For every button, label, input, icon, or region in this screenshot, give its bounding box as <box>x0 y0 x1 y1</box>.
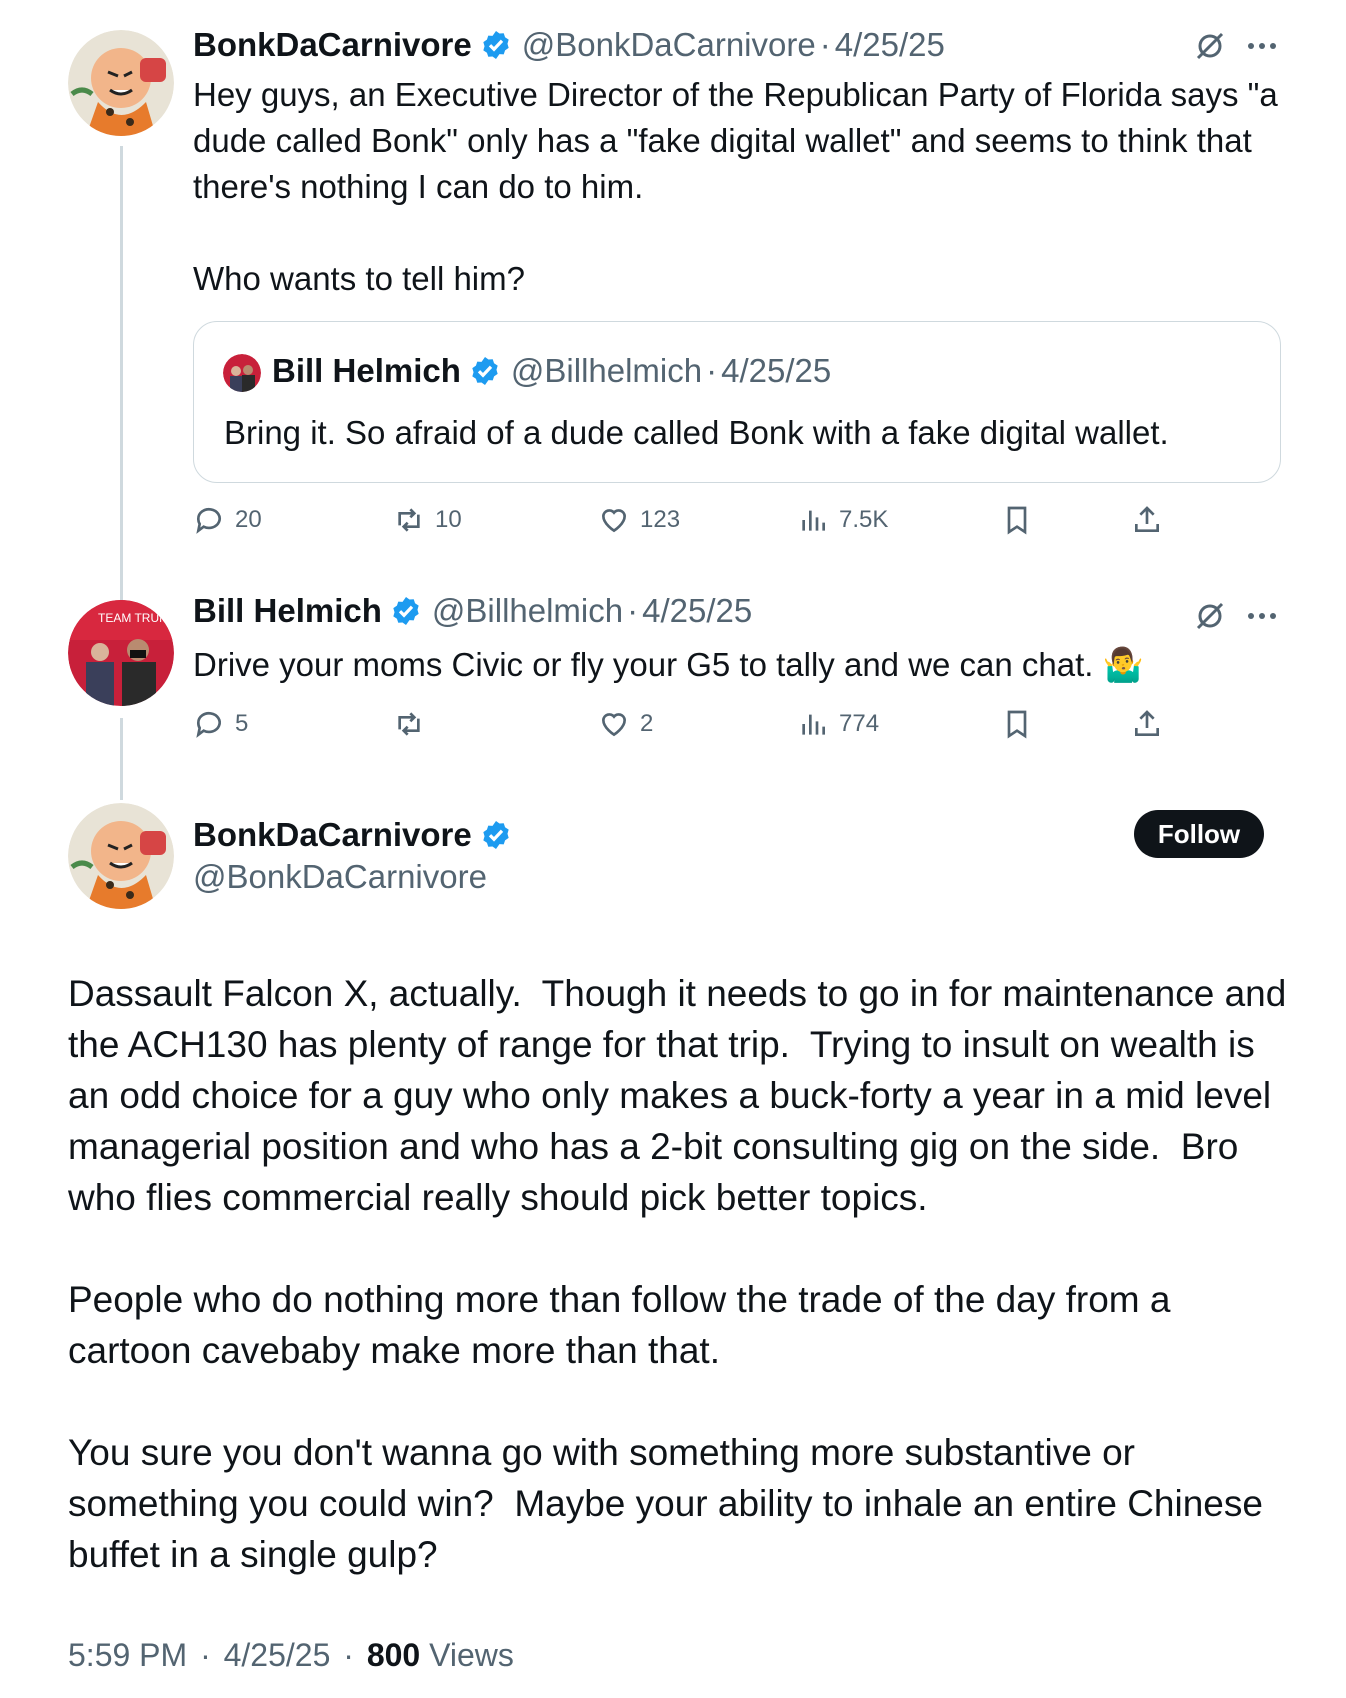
verified-badge-icon <box>472 357 498 385</box>
separator: · <box>343 1637 354 1673</box>
main-handle-row: @BonkDaCarnivore <box>193 858 487 896</box>
follow-button[interactable]: Follow <box>1134 810 1264 858</box>
quote-author-name[interactable]: Bill Helmich <box>272 352 461 390</box>
reply-icon <box>196 711 221 738</box>
repost-button[interactable]: 10 <box>393 504 462 536</box>
separator: · <box>627 592 639 629</box>
quote-author-handle[interactable]: @Billhelmich <box>511 352 702 390</box>
avatar-text: TEAM TRUMP <box>98 611 174 625</box>
views-count: 7.5K <box>839 506 889 533</box>
grok-icon[interactable] <box>1194 600 1226 632</box>
quote-date: 4/25/25 <box>721 352 832 389</box>
quoted-tweet[interactable]: Bill Helmich @Billhelmich · 4/25/25 Brin… <box>193 321 1281 483</box>
author-handle[interactable]: @Billhelmich <box>432 592 623 630</box>
grok-icon[interactable] <box>1194 30 1226 62</box>
tweet1-header: BonkDaCarnivore @BonkDaCarnivore · 4/25/… <box>193 26 945 64</box>
author-name[interactable]: BonkDaCarnivore <box>193 26 472 64</box>
views-icon <box>802 510 825 531</box>
quote-header: Bill Helmich @Billhelmich · 4/25/25 <box>272 352 831 390</box>
reply-count: 20 <box>235 506 262 533</box>
tweet1-actions: 20 10 123 7.5K <box>193 504 1193 544</box>
tweet-text: Hey guys, an Executive Director of the R… <box>193 76 1278 297</box>
like-icon <box>601 509 627 533</box>
tweet-text: Drive your moms Civic or fly your G5 to … <box>193 646 1144 683</box>
views-label: Views <box>429 1637 514 1673</box>
share-button[interactable] <box>1131 504 1173 536</box>
verified-badge-icon <box>483 821 509 849</box>
tweet-time[interactable]: 5:59 PM <box>68 1637 187 1673</box>
bookmark-button[interactable] <box>1001 504 1043 536</box>
bookmark-button[interactable] <box>1001 708 1043 740</box>
more-icon[interactable] <box>1246 610 1278 622</box>
tweet-meta: 5:59 PM · 4/25/25 · 800 Views <box>68 1637 514 1674</box>
share-icon <box>1135 506 1159 532</box>
share-icon <box>1135 710 1159 736</box>
author-name[interactable]: BonkDaCarnivore <box>193 816 472 854</box>
views-count: 800 <box>366 1637 421 1673</box>
avatar-bill[interactable]: TEAM TRUMP <box>68 600 174 706</box>
avatar-bill-small <box>223 354 261 392</box>
repost-icon <box>398 508 420 532</box>
views-icon <box>802 714 825 735</box>
thread-connector <box>120 718 123 800</box>
repost-count: 10 <box>435 506 462 533</box>
author-name[interactable]: Bill Helmich <box>193 592 382 630</box>
main-tweet-text: Dassault Falcon X, actually. Though it n… <box>68 973 1287 1575</box>
more-icon[interactable] <box>1246 40 1278 52</box>
quote-text: Bring it. So afraid of a dude called Bon… <box>224 414 1169 451</box>
separator: · <box>819 26 831 63</box>
avatar-bonk[interactable] <box>68 803 174 909</box>
thread-connector <box>120 146 123 600</box>
like-button[interactable]: 123 <box>598 504 680 536</box>
tweet-date[interactable]: 4/25/25 <box>224 1637 331 1673</box>
tweet-date[interactable]: 4/25/25 <box>835 26 945 64</box>
reply-icon <box>196 507 221 534</box>
views-button[interactable]: 774 <box>797 708 879 740</box>
main-author-row: BonkDaCarnivore <box>193 816 512 854</box>
author-handle[interactable]: @BonkDaCarnivore <box>193 858 487 896</box>
tweet-date[interactable]: 4/25/25 <box>642 592 752 630</box>
repost-button[interactable] <box>393 708 435 740</box>
views-button[interactable]: 7.5K <box>797 504 888 536</box>
repost-icon <box>398 712 420 736</box>
share-button[interactable] <box>1131 708 1173 740</box>
reply-button[interactable]: 5 <box>193 708 248 740</box>
separator: · <box>706 352 718 389</box>
separator: · <box>200 1637 211 1673</box>
tweet2-header: Bill Helmich @Billhelmich · 4/25/25 <box>193 592 752 630</box>
reply-button[interactable]: 20 <box>193 504 262 536</box>
author-handle[interactable]: @BonkDaCarnivore <box>522 26 816 64</box>
tweet2-actions: 5 2 774 <box>193 708 1193 748</box>
avatar-bonk[interactable] <box>68 30 174 136</box>
like-count: 123 <box>640 506 681 533</box>
verified-badge-icon <box>483 31 509 59</box>
bookmark-icon <box>1007 710 1027 739</box>
reply-count: 5 <box>235 710 249 737</box>
bookmark-icon <box>1007 506 1027 535</box>
like-count: 2 <box>640 710 654 737</box>
views-count: 774 <box>839 710 880 737</box>
like-icon <box>601 713 627 737</box>
like-button[interactable]: 2 <box>598 708 653 740</box>
verified-badge-icon <box>393 597 419 625</box>
